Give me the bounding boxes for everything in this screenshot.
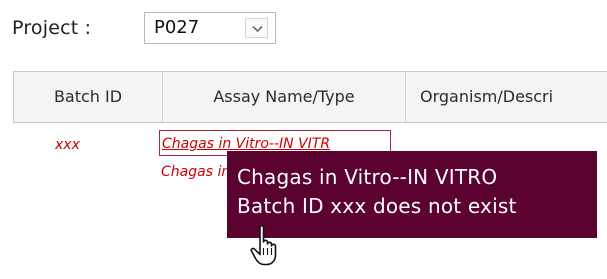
column-header-organism-description[interactable]: Organism/Descri [406,72,607,122]
project-label: Project : [12,17,92,39]
assay-name-link-text[interactable]: Chagas in Vitro--IN VITR [162,136,330,152]
results-table-header: Batch ID Assay Name/Type Organism/Descri [13,71,607,123]
tooltip-line-assay: Chagas in Vitro--IN VITRO [237,165,498,189]
batch-id-cell: xxx [55,137,80,153]
column-header-batch-id[interactable]: Batch ID [14,72,163,122]
tooltip-line-error: Batch ID xxx does not exist [237,194,517,218]
project-select-value: P027 [154,17,200,38]
chevron-down-icon [252,25,263,33]
project-select[interactable]: P027 [144,12,276,44]
dropdown-arrow-button[interactable] [245,18,268,38]
hand-pointer-icon [250,224,277,266]
column-header-assay-name-type[interactable]: Assay Name/Type [163,72,406,122]
